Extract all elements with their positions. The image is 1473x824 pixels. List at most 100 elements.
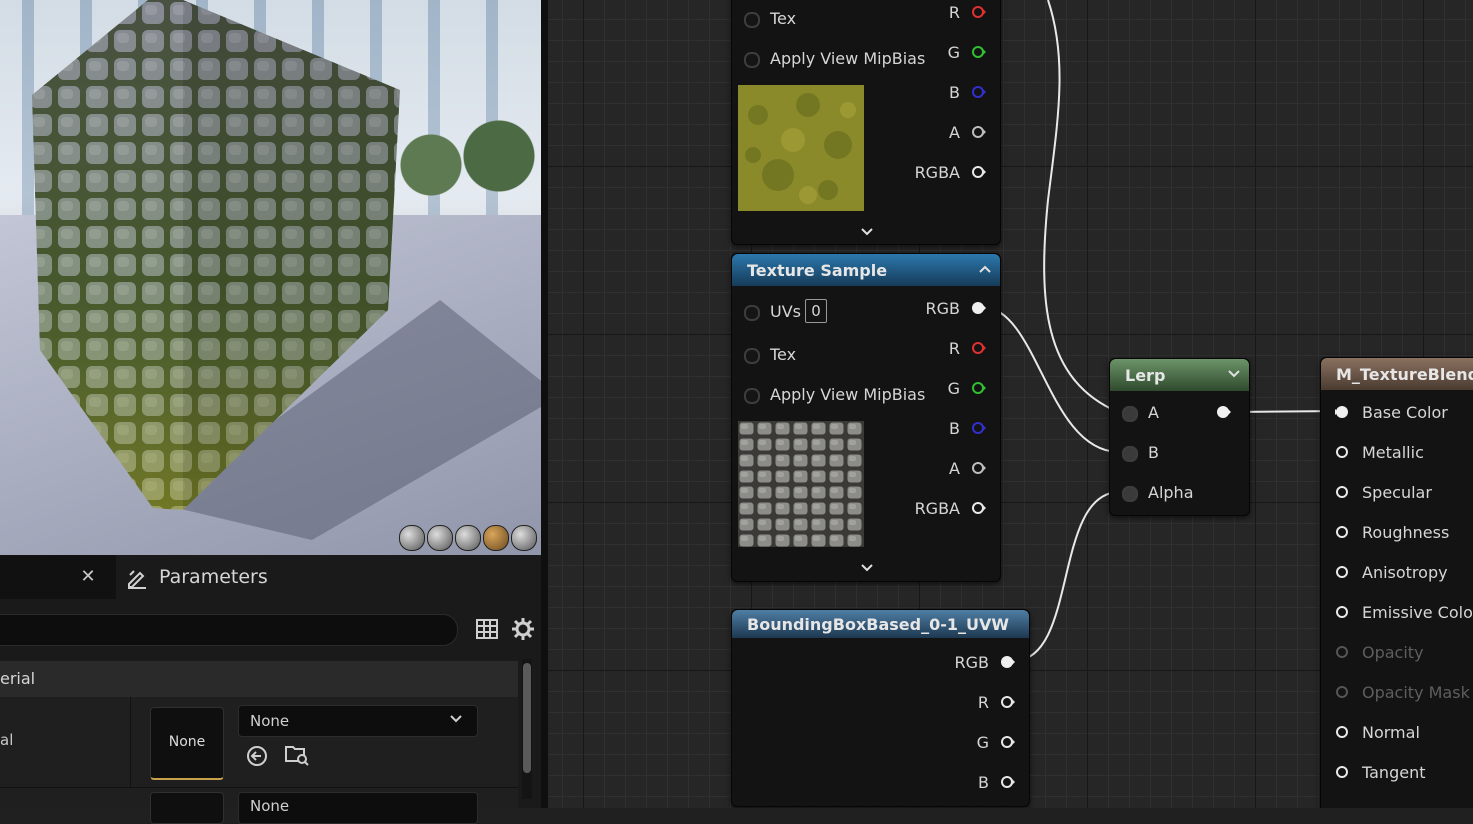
node-title-bar[interactable]: BoundingBoxBased_0-1_UVW (732, 610, 1029, 638)
pin-out-r[interactable] (1001, 695, 1015, 709)
details-scrollbar[interactable] (522, 659, 532, 799)
asset-picker-value: None (250, 797, 290, 815)
close-tab-button[interactable]: ✕ (78, 565, 98, 589)
property-row: al None None (0, 697, 518, 788)
panel-tab-bar: ✕ Parameters (0, 555, 541, 599)
pin-in-base-color[interactable] (1335, 405, 1349, 419)
pin-label: RGBA (914, 499, 960, 518)
bounding-box-uvw-node[interactable]: BoundingBoxBased_0-1_UVW RGB R G B (731, 609, 1030, 807)
pin-out-b[interactable] (972, 421, 986, 435)
pin-in-uvs[interactable] (744, 305, 760, 321)
pin-label: RGB (954, 653, 990, 672)
pin-out-rgb[interactable] (1001, 655, 1015, 669)
material-section-header[interactable]: erial (0, 661, 518, 697)
chevron-down-icon (450, 715, 462, 723)
node-title-bar[interactable]: Texture Sample (732, 254, 1000, 286)
pin-out-rgba[interactable] (972, 165, 986, 179)
pin-label: Normal (1362, 723, 1420, 742)
pin-out-a[interactable] (972, 125, 986, 139)
pin-out-b[interactable] (1001, 775, 1015, 789)
pin-out-rgba[interactable] (972, 501, 986, 515)
pin-in-mipbias[interactable] (744, 388, 760, 404)
gear-icon[interactable] (511, 617, 535, 641)
pin-out-b[interactable] (972, 85, 986, 99)
pin-label: R (977, 693, 989, 712)
material-preview-viewport[interactable] (0, 0, 541, 555)
pin-in-tex[interactable] (744, 348, 760, 364)
pin-in-b[interactable] (1122, 446, 1138, 462)
sphere-icon[interactable] (427, 525, 453, 551)
pin-in-tangent[interactable] (1335, 765, 1349, 779)
asset-thumbnail[interactable]: None (150, 707, 224, 780)
chevron-down-icon[interactable] (1227, 369, 1241, 379)
chevron-down-icon[interactable] (860, 563, 874, 573)
pin-label: B (949, 83, 960, 102)
pin-label: R (948, 339, 960, 358)
material-graph-canvas[interactable]: Tex Apply View MipBias R G B A RGBA Text… (548, 0, 1473, 808)
browse-folder-icon[interactable] (284, 743, 310, 767)
preview-cube (32, 0, 400, 510)
scrollbar-thumb[interactable] (523, 663, 531, 773)
material-output-node[interactable]: M_TextureBlend0 Base Color Metallic Spec… (1320, 357, 1473, 808)
pin-in-tex[interactable] (744, 12, 760, 28)
node-title-bar[interactable]: M_TextureBlend0 (1321, 358, 1473, 390)
pin-label-disabled: Opacity Mask (1362, 683, 1470, 702)
pin-in-opacity-mask (1336, 686, 1348, 698)
chevron-up-icon[interactable] (978, 263, 992, 275)
pin-in-anisotropy[interactable] (1335, 565, 1349, 579)
uv-index-input[interactable]: 0 (805, 299, 827, 323)
mesh-icon[interactable] (511, 525, 537, 551)
texture-sample-node[interactable]: Texture Sample UVs 0 Tex Apply View MipB… (731, 253, 1001, 582)
pin-out-a[interactable] (972, 461, 986, 475)
pin-label-disabled: Opacity (1362, 643, 1424, 662)
use-selected-asset-icon[interactable] (246, 745, 268, 767)
pin-in-a[interactable] (1122, 406, 1138, 422)
pin-in-metallic[interactable] (1335, 445, 1349, 459)
property-row: None (0, 788, 518, 824)
pin-out-r[interactable] (972, 341, 986, 355)
cobblestone-texture-thumbnail (738, 421, 864, 547)
texture-sample-node-top[interactable]: Tex Apply View MipBias R G B A RGBA (731, 0, 1001, 245)
pin-out-g[interactable] (972, 45, 986, 59)
plane-icon[interactable] (455, 525, 481, 551)
pin-label: Emissive Color (1362, 603, 1473, 622)
cube-icon[interactable] (483, 525, 509, 551)
node-title: BoundingBoxBased_0-1_UVW (747, 615, 1010, 634)
table-view-icon[interactable] (475, 617, 499, 641)
tab-parameters[interactable]: Parameters (116, 555, 541, 599)
pin-in-opacity (1336, 646, 1348, 658)
asset-thumbnail[interactable] (150, 792, 224, 824)
pin-in-normal[interactable] (1335, 725, 1349, 739)
pin-out-result[interactable] (1217, 405, 1231, 419)
pencil-icon (128, 570, 146, 589)
asset-picker-value: None (250, 712, 290, 730)
search-input[interactable] (0, 614, 458, 646)
pin-out-r[interactable] (972, 5, 986, 19)
pin-in-mipbias[interactable] (744, 52, 760, 68)
asset-picker-dropdown[interactable]: None (238, 792, 478, 824)
chevron-down-icon[interactable] (860, 227, 874, 237)
pin-label: RGB (925, 299, 961, 318)
pin-out-g[interactable] (1001, 735, 1015, 749)
pin-label: Specular (1362, 483, 1432, 502)
node-title-bar[interactable]: Lerp (1110, 359, 1249, 391)
grass-texture-thumbnail (738, 85, 864, 211)
pin-label: B (978, 773, 989, 792)
panel-splitter[interactable] (541, 0, 548, 808)
pin-label: A (949, 459, 960, 478)
pin-in-specular[interactable] (1335, 485, 1349, 499)
lerp-node[interactable]: Lerp A B Alpha (1109, 358, 1250, 516)
pin-in-emissive-color[interactable] (1335, 605, 1349, 619)
pin-label: RGBA (914, 163, 960, 182)
pin-label: Metallic (1362, 443, 1424, 462)
asset-thumbnail-label: None (168, 734, 206, 750)
asset-picker-dropdown[interactable]: None (238, 705, 478, 737)
pin-label: Tex (770, 9, 797, 28)
pin-in-alpha[interactable] (1122, 486, 1138, 502)
pin-label: Anisotropy (1362, 563, 1448, 582)
property-label: al (0, 731, 14, 749)
pin-in-roughness[interactable] (1335, 525, 1349, 539)
pin-out-rgb[interactable] (972, 301, 986, 315)
cylinder-icon[interactable] (399, 525, 425, 551)
pin-out-g[interactable] (972, 381, 986, 395)
